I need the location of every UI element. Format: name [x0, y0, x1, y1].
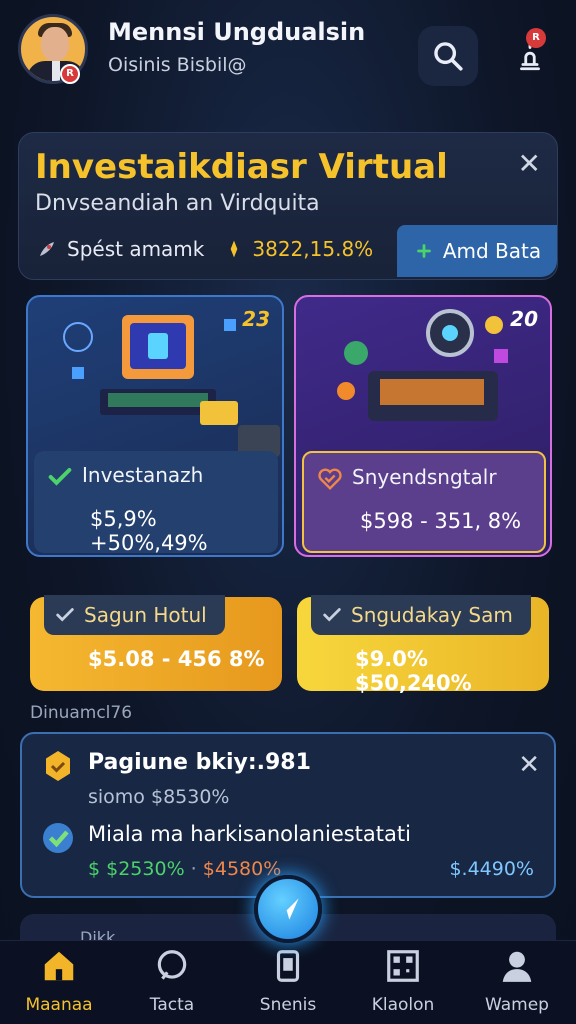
gold-card-tag: Sagun Hotul — [44, 595, 225, 635]
notification-button[interactable]: R — [500, 26, 560, 86]
plus-icon — [416, 244, 431, 258]
gold-card-tag-label: Sngudakay Sam — [351, 603, 513, 627]
notification-subtitle: siomo $8530% — [88, 786, 230, 808]
investment-card[interactable]: 23 Investanazh $5,9% +50%,49% — [26, 295, 284, 557]
banner-subtitle: Dnvseandiah an Virdquita — [35, 191, 320, 216]
computer-illustration — [63, 315, 280, 457]
check-icon — [56, 608, 74, 622]
notification-panel: Pagiune bkiy:.981 siomo $8530% ✕ Miala m… — [20, 732, 556, 898]
add-data-button[interactable]: Amd Bata — [397, 225, 557, 277]
value-right: $.4490% — [449, 858, 534, 880]
heart-check-icon — [318, 468, 342, 490]
notification-body: Miala ma harkisanolaniestatati — [88, 822, 411, 846]
badge-icon — [46, 751, 70, 781]
nav-label: Snenis — [259, 995, 317, 1015]
search-button[interactable] — [418, 26, 478, 86]
user-icon — [502, 951, 532, 982]
nav-label: Wamep — [485, 995, 549, 1015]
chat-icon — [157, 950, 187, 980]
card-value: $5,9% +50%,49% — [90, 507, 208, 555]
notification-values: $ $2530% · $4580% — [88, 858, 281, 880]
check-icon — [48, 468, 72, 486]
rocket-icon — [40, 242, 54, 256]
banner-close-icon[interactable]: ✕ — [518, 147, 541, 180]
bottom-nav: Maanaa Tacta Snenis Klaolon Wamep — [0, 940, 576, 1024]
gold-card[interactable]: Sagun Hotul $5.08 - 456 8% — [30, 595, 282, 691]
nav-item-home[interactable]: Maanaa — [4, 947, 114, 1015]
value-orange: $4580% — [202, 858, 282, 880]
gold-card-value: $5.08 - 456 8% — [88, 647, 265, 671]
nav-label: Tacta — [149, 995, 195, 1015]
investment-card[interactable]: 20 Snyendsngtalr $598 - 351, 8% — [294, 295, 552, 557]
nav-item-profile[interactable]: Wamep — [462, 947, 572, 1015]
qr-icon — [387, 950, 419, 982]
notification-badge: R — [526, 28, 546, 48]
home-icon — [44, 951, 74, 981]
gold-card-tag-label: Sagun Hotul — [84, 603, 207, 627]
search-icon — [434, 42, 463, 71]
notification-close-icon[interactable]: ✕ — [518, 750, 540, 780]
nav-item-phone[interactable]: Snenis — [233, 947, 343, 1015]
value-separator: · — [190, 858, 197, 880]
phone-icon — [276, 950, 300, 982]
coin-icon — [231, 240, 238, 258]
send-icon — [277, 898, 299, 920]
banner-stat-label: Spést amamk — [67, 237, 205, 261]
card-name: Investanazh — [82, 463, 204, 487]
banner-card: Investaikdiasr Virtual Dnvseandiah an Vi… — [18, 132, 558, 280]
robot-illustration — [337, 309, 508, 421]
avatar-badge: R — [60, 64, 80, 84]
gold-card-value: $9.0% $50,240% — [355, 647, 472, 695]
gold-card[interactable]: Sngudakay Sam $9.0% $50,240% — [297, 595, 549, 695]
card-info: Investanazh $5,9% +50%,49% — [34, 451, 278, 555]
card-name: Snyendsngtalr — [352, 465, 497, 489]
card-value: $598 - 351, 8% — [360, 509, 522, 533]
check-icon — [323, 608, 341, 622]
banner-stat-amount: 3822,15.8% — [252, 237, 374, 261]
nav-item-chat[interactable]: Tacta — [117, 947, 227, 1015]
notification-title: Pagiune bkiy:.981 — [88, 750, 311, 775]
banner-title: Investaikdiasr Virtual — [35, 147, 448, 187]
nav-item-qr[interactable]: Klaolon — [348, 947, 458, 1015]
user-subtitle: Oisinis Bisbil@ — [108, 54, 247, 76]
user-name: Mennsi Ungdualsin — [108, 18, 366, 46]
nav-label: Klaolon — [371, 995, 435, 1015]
add-data-label: Amd Bata — [442, 239, 542, 263]
section-label: Dinuamcl76 — [30, 703, 133, 723]
check-circle-icon — [43, 823, 73, 853]
banner-stat-row: Spést amamk 3822,15.8% — [35, 237, 373, 261]
card-info: Snyendsngtalr $598 - 351, 8% — [302, 451, 546, 553]
gold-card-tag: Sngudakay Sam — [311, 595, 531, 635]
send-button[interactable] — [254, 875, 322, 943]
value-green: $ $2530% — [88, 858, 185, 880]
nav-label: Maanaa — [25, 995, 93, 1015]
